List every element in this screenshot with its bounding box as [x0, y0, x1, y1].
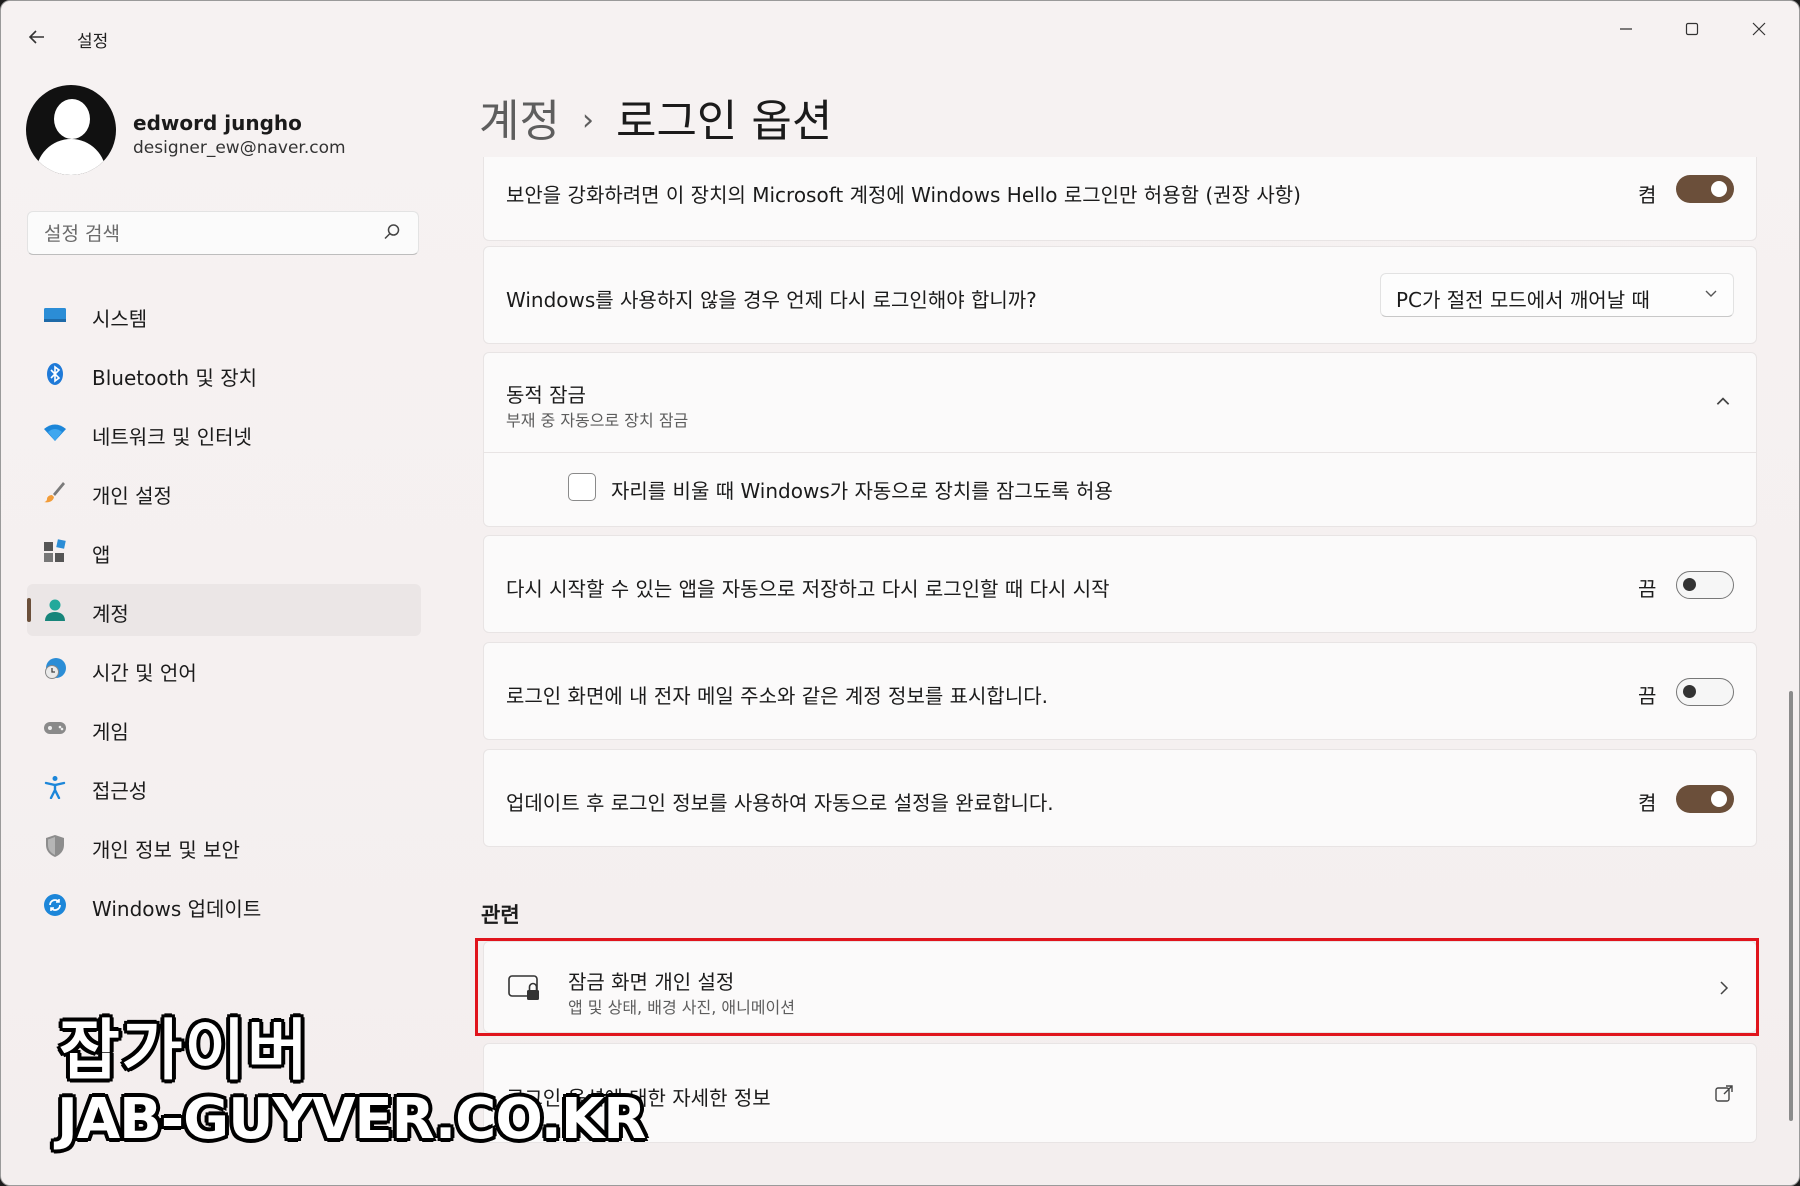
setting-label: 로그인 화면에 내 전자 메일 주소와 같은 계정 정보를 표시합니다. — [506, 684, 1048, 708]
sidebar-item-label: 개인 설정 — [92, 484, 172, 508]
dynamic-lock-option: 자리를 비울 때 Windows가 자동으로 장치를 잠그도록 허용 — [484, 453, 1756, 527]
setting-label: 보안을 강화하려면 이 장치의 Microsoft 계정에 Windows He… — [506, 183, 1301, 207]
sidebar-item-label: Windows 업데이트 — [92, 897, 262, 921]
wifi-icon — [44, 424, 66, 441]
sidebar-item-time-language[interactable]: 시간 및 언어 — [27, 643, 421, 695]
sidebar-item-gaming[interactable]: 게임 — [27, 702, 421, 754]
restart-apps-toggle[interactable] — [1676, 571, 1734, 599]
relogin-dropdown[interactable]: PC가 절전 모드에서 깨어날 때 — [1380, 273, 1734, 317]
back-arrow-icon — [28, 30, 44, 44]
setting-label: 다시 시작할 수 있는 앱을 자동으로 저장하고 다시 로그인할 때 다시 시작 — [506, 577, 1110, 601]
breadcrumb-separator: › — [581, 103, 594, 138]
toggle-state-text: 끔 — [1638, 684, 1657, 708]
setting-show-account: 로그인 화면에 내 전자 메일 주소와 같은 계정 정보를 표시합니다. 끔 — [483, 642, 1757, 740]
sidebar-item-accounts[interactable]: 계정 — [27, 584, 421, 636]
chevron-right-icon — [1720, 981, 1729, 995]
update-icon — [44, 894, 66, 916]
setting-auto-finish: 업데이트 후 로그인 정보를 사용하여 자동으로 설정을 완료합니다. 켬 — [483, 749, 1757, 847]
toggle-state-text: 켬 — [1638, 791, 1657, 815]
search-icon[interactable] — [382, 222, 402, 242]
back-button[interactable] — [23, 23, 51, 51]
active-indicator — [27, 598, 31, 622]
setting-restart-apps: 다시 시작할 수 있는 앱을 자동으로 저장하고 다시 로그인할 때 다시 시작… — [483, 535, 1757, 633]
watermark-url: JAB-GUYVER.CO.KR — [57, 1087, 646, 1152]
sidebar-nav: 시스템 Bluetooth 및 장치 네트워크 및 인터넷 개인 설정 앱 계정… — [27, 289, 421, 938]
avatar[interactable] — [26, 85, 116, 175]
setting-hello-only: 보안을 강화하려면 이 장치의 Microsoft 계정에 Windows He… — [483, 157, 1757, 241]
sidebar-item-label: Bluetooth 및 장치 — [92, 366, 258, 390]
lock-screen-icon — [508, 975, 539, 1000]
dynamic-lock-header[interactable]: 동적 잠금 부재 중 자동으로 장치 잠금 — [484, 353, 1756, 453]
toggle-state-text: 끔 — [1638, 577, 1657, 601]
dynamic-lock-checkbox[interactable] — [568, 473, 596, 501]
sidebar-item-system[interactable]: 시스템 — [27, 289, 421, 341]
link-subtitle: 앱 및 상태, 배경 사진, 애니메이션 — [568, 998, 795, 1017]
minimize-button[interactable] — [1606, 15, 1646, 45]
account-icon — [45, 599, 65, 621]
setting-label: Windows를 사용하지 않을 경우 언제 다시 로그인해야 합니까? — [506, 288, 1037, 312]
sidebar-item-label: 네트워크 및 인터넷 — [92, 425, 252, 449]
breadcrumb-parent[interactable]: 계정 — [479, 96, 560, 147]
sidebar-item-bluetooth[interactable]: Bluetooth 및 장치 — [27, 348, 421, 400]
close-icon — [1752, 22, 1766, 36]
minimize-icon — [1620, 28, 1632, 30]
setting-title: 동적 잠금 — [506, 383, 586, 407]
page-title: 계정 › 로그인 옵션 — [479, 85, 832, 149]
sidebar-item-label: 개인 정보 및 보안 — [92, 838, 240, 862]
user-email: designer_ew@naver.com — [133, 138, 346, 158]
sidebar-item-windows-update[interactable]: Windows 업데이트 — [27, 879, 421, 931]
settings-window: 설정 edword jungho designer_ew@naver.com 시… — [0, 0, 1800, 1186]
search-input[interactable] — [42, 221, 376, 247]
sidebar-item-accessibility[interactable]: 접근성 — [27, 761, 421, 813]
hello-only-toggle[interactable] — [1676, 175, 1734, 203]
sidebar-item-label: 시간 및 언어 — [92, 661, 197, 685]
shield-icon — [46, 835, 64, 857]
bluetooth-icon — [47, 363, 63, 385]
setting-dynamic-lock: 동적 잠금 부재 중 자동으로 장치 잠금 자리를 비울 때 Windows가 … — [483, 352, 1757, 527]
setting-label: 업데이트 후 로그인 정보를 사용하여 자동으로 설정을 완료합니다. — [506, 791, 1054, 815]
auto-finish-toggle[interactable] — [1676, 785, 1734, 813]
toggle-state-text: 켬 — [1638, 183, 1657, 207]
sidebar-item-privacy[interactable]: 개인 정보 및 보안 — [27, 820, 421, 872]
search-box — [27, 211, 419, 255]
breadcrumb-current: 로그인 옵션 — [615, 96, 833, 147]
setting-relogin: Windows를 사용하지 않을 경우 언제 다시 로그인해야 합니까? PC가… — [483, 246, 1757, 344]
sidebar-item-label: 접근성 — [92, 779, 148, 803]
sidebar-item-label: 앱 — [92, 543, 111, 567]
checkbox-label: 자리를 비울 때 Windows가 자동으로 장치를 잠그도록 허용 — [611, 479, 1113, 503]
accessibility-icon — [44, 776, 66, 799]
setting-subtitle: 부재 중 자동으로 장치 잠금 — [506, 411, 689, 430]
apps-icon — [44, 539, 66, 562]
clock-globe-icon — [45, 658, 66, 679]
show-account-toggle[interactable] — [1676, 678, 1734, 706]
title-bar: 설정 — [1, 1, 1799, 65]
maximize-button[interactable] — [1672, 15, 1712, 45]
app-title: 설정 — [77, 32, 109, 52]
related-heading: 관련 — [481, 903, 520, 927]
link-title: 잠금 화면 개인 설정 — [568, 970, 735, 994]
external-link-icon — [1715, 1085, 1733, 1102]
sidebar-item-network[interactable]: 네트워크 및 인터넷 — [27, 407, 421, 459]
chevron-down-icon — [1705, 290, 1717, 297]
sidebar-item-label: 게임 — [92, 720, 129, 744]
user-name: edword jungho — [133, 111, 302, 135]
system-icon — [44, 308, 66, 322]
gamepad-icon — [44, 722, 66, 734]
chevron-up-icon[interactable] — [1714, 393, 1732, 411]
dropdown-value: PC가 절전 모드에서 깨어날 때 — [1396, 288, 1650, 312]
sidebar-item-label: 시스템 — [92, 307, 148, 331]
watermark-title: 잡가이버 — [59, 1012, 310, 1089]
maximize-icon — [1685, 22, 1699, 36]
more-info-link[interactable]: 로그인 옵션에 대한 자세한 정보 — [483, 1043, 1757, 1143]
close-button[interactable] — [1739, 15, 1779, 45]
sidebar-item-label: 계정 — [92, 602, 129, 626]
sidebar-item-personalization[interactable]: 개인 설정 — [27, 466, 421, 518]
sidebar-item-apps[interactable]: 앱 — [27, 525, 421, 577]
scrollbar[interactable] — [1789, 691, 1793, 1121]
brush-icon — [44, 482, 65, 503]
lockscreen-link[interactable]: 잠금 화면 개인 설정 앱 및 상태, 배경 사진, 애니메이션 — [483, 941, 1757, 1033]
